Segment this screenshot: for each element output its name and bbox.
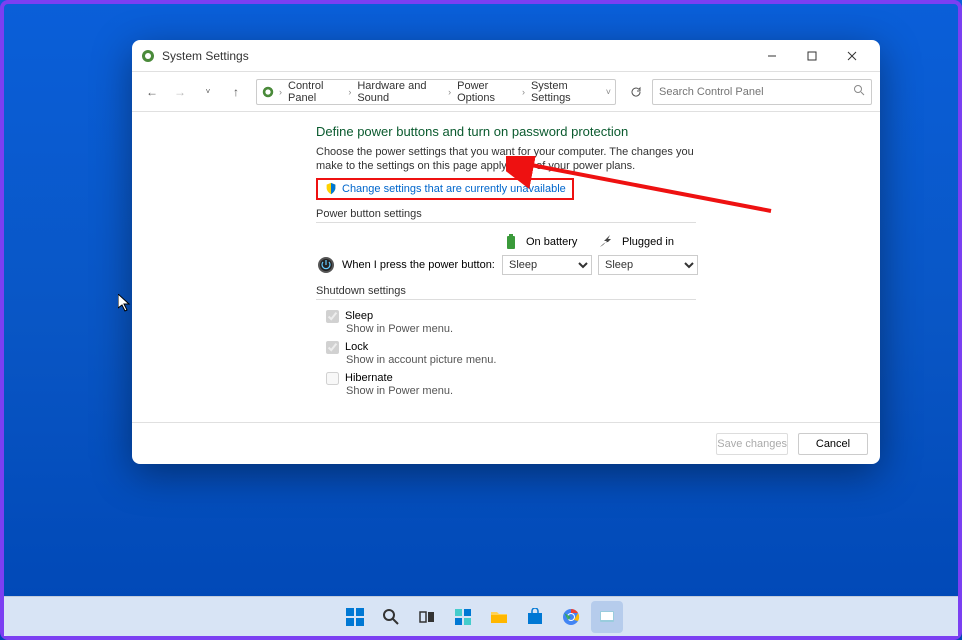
sleep-checkbox[interactable] [326, 310, 339, 323]
search-input[interactable] [659, 86, 853, 98]
search-box[interactable] [652, 79, 872, 105]
mouse-cursor [118, 294, 132, 312]
power-options-icon [140, 48, 156, 64]
page-heading: Define power buttons and turn on passwor… [316, 124, 696, 139]
cancel-button[interactable]: Cancel [798, 433, 868, 455]
recent-dropdown[interactable]: ˅ [196, 80, 220, 104]
taskbar[interactable] [4, 596, 958, 636]
save-changes-button[interactable]: Save changes [716, 433, 788, 455]
search-taskbar-button[interactable] [375, 601, 407, 633]
chrome-button[interactable] [555, 601, 587, 633]
sleep-desc: Show in Power menu. [346, 323, 696, 335]
footer: Save changes Cancel [132, 422, 880, 464]
chevron-right-icon: › [279, 87, 282, 97]
content-area: Define power buttons and turn on passwor… [132, 112, 880, 422]
chevron-down-icon[interactable]: ˅ [606, 87, 611, 97]
refresh-button[interactable] [624, 80, 648, 104]
breadcrumb[interactable]: › Control Panel › Hardware and Sound › P… [256, 79, 616, 105]
breadcrumb-system-settings[interactable]: System Settings [529, 80, 598, 104]
chevron-right-icon: › [448, 87, 451, 97]
maximize-button[interactable] [792, 42, 832, 70]
power-button-icon [316, 255, 336, 275]
plugged-in-header: Plugged in [598, 233, 698, 251]
search-icon [853, 84, 865, 99]
sleep-checkbox-label[interactable]: Sleep [326, 310, 696, 323]
start-button[interactable] [339, 601, 371, 633]
forward-button[interactable]: → [168, 80, 192, 104]
chevron-right-icon: › [522, 87, 525, 97]
breadcrumb-hardware[interactable]: Hardware and Sound [355, 80, 444, 104]
battery-icon [502, 233, 520, 251]
lock-checkbox[interactable] [326, 341, 339, 354]
breadcrumb-control-panel[interactable]: Control Panel [286, 80, 344, 104]
press-power-row: When I press the power button: [316, 255, 496, 275]
minimize-button[interactable] [752, 42, 792, 70]
shield-icon [324, 182, 338, 196]
control-panel-icon [261, 84, 275, 100]
store-button[interactable] [519, 601, 551, 633]
task-view-button[interactable] [411, 601, 443, 633]
file-explorer-button[interactable] [483, 601, 515, 633]
plugged-power-select[interactable]: Sleep [598, 255, 698, 275]
back-button[interactable]: ← [140, 80, 164, 104]
close-button[interactable] [832, 42, 872, 70]
hibernate-desc: Show in Power menu. [346, 385, 696, 397]
control-panel-taskbar[interactable] [591, 601, 623, 633]
chevron-right-icon: › [348, 87, 351, 97]
hibernate-checkbox-label[interactable]: Hibernate [326, 372, 696, 385]
change-settings-link[interactable]: Change settings that are currently unava… [342, 183, 566, 195]
shutdown-section-title: Shutdown settings [316, 285, 696, 300]
window-title: System Settings [162, 49, 752, 63]
battery-power-select[interactable]: Sleep [502, 255, 592, 275]
power-button-section-title: Power button settings [316, 208, 696, 223]
lock-checkbox-label[interactable]: Lock [326, 341, 696, 354]
hibernate-checkbox[interactable] [326, 372, 339, 385]
lock-desc: Show in account picture menu. [346, 354, 696, 366]
titlebar: System Settings [132, 40, 880, 72]
on-battery-header: On battery [502, 233, 592, 251]
page-subtext: Choose the power settings that you want … [316, 145, 696, 174]
widgets-button[interactable] [447, 601, 479, 633]
plug-icon [598, 233, 616, 251]
breadcrumb-power[interactable]: Power Options [455, 80, 518, 104]
up-button[interactable]: ↑ [224, 80, 248, 104]
admin-link-highlight: Change settings that are currently unava… [316, 178, 574, 200]
navbar: ← → ˅ ↑ › Control Panel › Hardware and S… [132, 72, 880, 112]
system-settings-window: System Settings ← → ˅ ↑ [132, 40, 880, 464]
